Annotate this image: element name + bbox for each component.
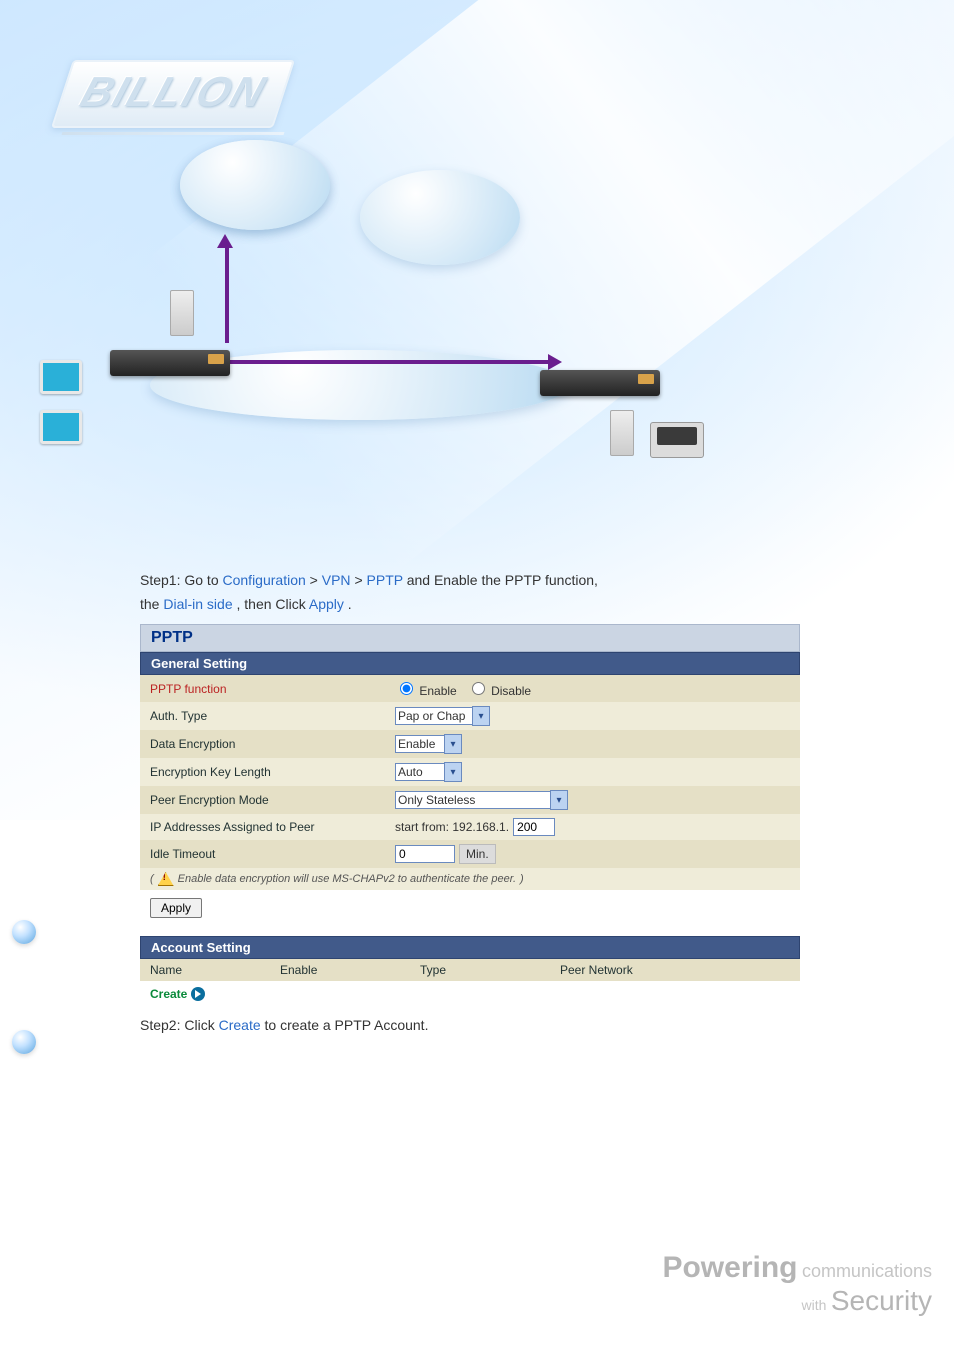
section-account-setting: Account Setting bbox=[140, 936, 800, 959]
encryption-note: (Enable data encryption will use MS-CHAP… bbox=[140, 868, 800, 890]
laptop-icon bbox=[650, 422, 704, 458]
select-auth-type[interactable]: Pap or Chap▾ bbox=[395, 706, 490, 726]
radio-enable[interactable]: Enable bbox=[395, 684, 457, 698]
section-general-setting: General Setting bbox=[140, 652, 800, 675]
col-enable: Enable bbox=[270, 959, 410, 981]
select-peer-mode[interactable]: Only Stateless▾ bbox=[395, 790, 568, 810]
chevron-down-icon: ▾ bbox=[472, 706, 490, 726]
label-auth-type: Auth. Type bbox=[140, 702, 385, 730]
col-name: Name bbox=[140, 959, 270, 981]
chevron-down-icon: ▾ bbox=[444, 734, 462, 754]
pc-tower-icon bbox=[170, 290, 194, 336]
step2-text: Step2: Click Create to create a PPTP Acc… bbox=[140, 1013, 800, 1037]
apply-button[interactable]: Apply bbox=[150, 898, 202, 918]
chevron-down-icon: ▾ bbox=[550, 790, 568, 810]
create-arrow-icon bbox=[191, 987, 205, 1001]
select-data-encryption[interactable]: Enable▾ bbox=[395, 734, 462, 754]
label-key-length: Encryption Key Length bbox=[140, 758, 385, 786]
col-peer-network: Peer Network bbox=[550, 959, 800, 981]
col-type: Type bbox=[410, 959, 550, 981]
select-key-length[interactable]: Auto▾ bbox=[395, 762, 462, 782]
radio-disable[interactable]: Disable bbox=[467, 684, 531, 698]
label-ip-assigned: IP Addresses Assigned to Peer bbox=[140, 814, 385, 840]
network-diagram bbox=[40, 130, 720, 480]
create-link[interactable]: Create bbox=[150, 987, 205, 1001]
input-ip-start[interactable] bbox=[513, 818, 555, 836]
footer-slogan: Powering communications with Security bbox=[662, 1251, 932, 1317]
account-table: Name Enable Type Peer Network bbox=[140, 959, 800, 981]
router-right-icon bbox=[540, 370, 660, 396]
label-idle-timeout: Idle Timeout bbox=[140, 840, 385, 868]
chevron-down-icon: ▾ bbox=[444, 762, 462, 782]
brand-logo: BILLION bbox=[62, 60, 284, 135]
step1-text: Step1: Go to Configuration > VPN > PPTP … bbox=[140, 568, 800, 616]
general-setting-table: PPTP function Enable Disable Auth. Type … bbox=[140, 675, 800, 868]
warning-icon bbox=[158, 872, 174, 886]
panel-title-pptp: PPTP bbox=[140, 624, 800, 652]
pc-right-icon bbox=[610, 410, 634, 456]
router-left-icon bbox=[110, 350, 230, 376]
label-peer-mode: Peer Encryption Mode bbox=[140, 786, 385, 814]
label-data-encryption: Data Encryption bbox=[140, 730, 385, 758]
brand-text: BILLION bbox=[75, 68, 272, 115]
input-idle-timeout[interactable] bbox=[395, 845, 455, 863]
label-pptp-function: PPTP function bbox=[150, 682, 227, 696]
